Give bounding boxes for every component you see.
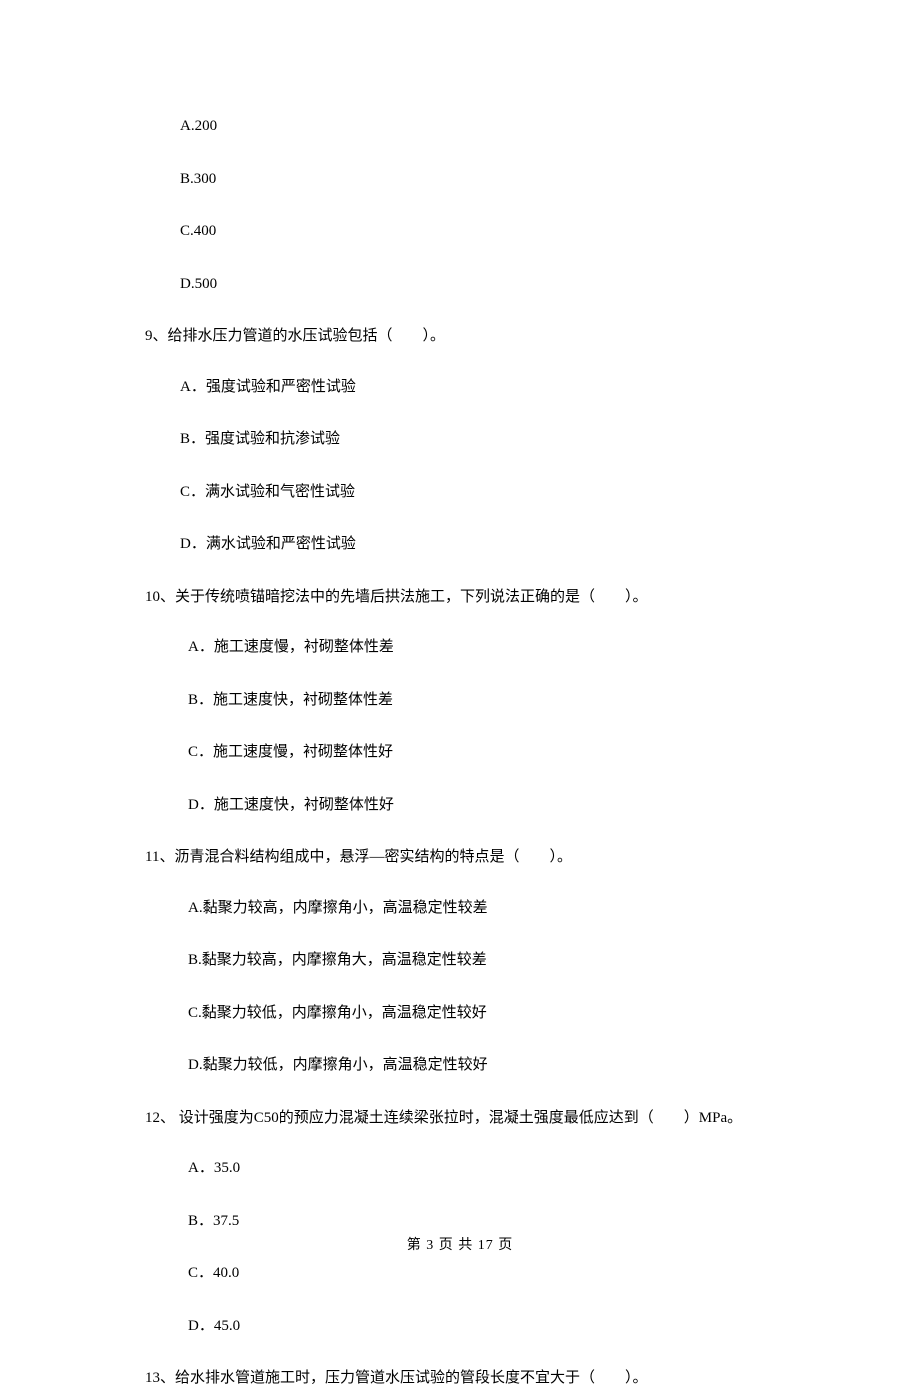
q11-text: 11、沥青混合料结构组成中，悬浮—密实结构的特点是（ ）。: [145, 846, 820, 869]
q10-option-b: B．施工速度快，衬砌整体性差: [145, 689, 820, 712]
q8-option-a: A.200: [145, 115, 820, 138]
q11-option-c: C.黏聚力较低，内摩擦角小，高温稳定性较好: [145, 1002, 820, 1025]
q13-text: 13、给水排水管道施工时，压力管道水压试验的管段长度不宜大于（ ）。: [145, 1367, 820, 1390]
q9-option-d: D．满水试验和严密性试验: [145, 533, 820, 556]
q9-text: 9、给排水压力管道的水压试验包括（ ）。: [145, 325, 820, 348]
q10-option-c: C．施工速度慢，衬砌整体性好: [145, 741, 820, 764]
q8-option-d: D.500: [145, 273, 820, 296]
q12-option-a: A．35.0: [145, 1157, 820, 1180]
q10-option-d: D．施工速度快，衬砌整体性好: [145, 794, 820, 817]
q9-option-b: B．强度试验和抗渗试验: [145, 428, 820, 451]
document-content: A.200 B.300 C.400 D.500 9、给排水压力管道的水压试验包括…: [0, 115, 920, 1390]
q12-option-d: D．45.0: [145, 1315, 820, 1338]
q11-option-d: D.黏聚力较低，内摩擦角小，高温稳定性较好: [145, 1054, 820, 1077]
q10-option-a: A．施工速度慢，衬砌整体性差: [145, 636, 820, 659]
q9-option-a: A．强度试验和严密性试验: [145, 376, 820, 399]
q12-text: 12、 设计强度为C50的预应力混凝土连续梁张拉时，混凝土强度最低应达到（ ）M…: [145, 1107, 820, 1130]
q8-option-c: C.400: [145, 220, 820, 243]
q12-option-c: C．40.0: [145, 1262, 820, 1285]
q12-option-b: B．37.5: [145, 1210, 820, 1233]
page-footer: 第 3 页 共 17 页: [0, 1234, 920, 1254]
q11-option-a: A.黏聚力较高，内摩擦角小，高温稳定性较差: [145, 897, 820, 920]
q9-option-c: C．满水试验和气密性试验: [145, 481, 820, 504]
q10-text: 10、关于传统喷锚暗挖法中的先墙后拱法施工，下列说法正确的是（ ）。: [145, 586, 820, 609]
q8-option-b: B.300: [145, 168, 820, 191]
q11-option-b: B.黏聚力较高，内摩擦角大，高温稳定性较差: [145, 949, 820, 972]
